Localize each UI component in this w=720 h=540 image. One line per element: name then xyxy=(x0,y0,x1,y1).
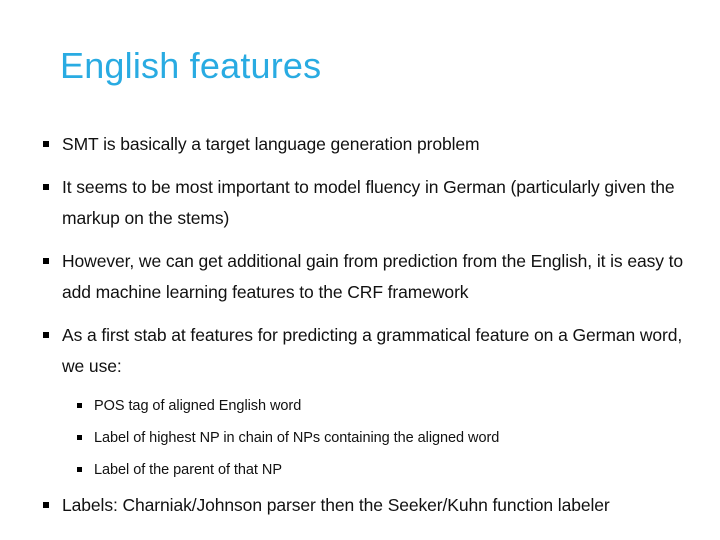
sub-list-item: POS tag of aligned English word xyxy=(40,394,686,418)
bullet-square-icon xyxy=(40,320,62,351)
list-item: As a first stab at features for predicti… xyxy=(40,320,686,383)
list-item-text: It seems to be most important to model f… xyxy=(62,176,675,229)
bullet-square-icon xyxy=(74,394,94,418)
page-title: English features xyxy=(60,45,322,86)
bullet-square-icon xyxy=(40,246,62,277)
list-item-text: As a first stab at features for predicti… xyxy=(62,324,683,377)
sub-list-item-text: Label of the parent of that NP xyxy=(94,461,282,478)
sub-list: POS tag of aligned English word Label of… xyxy=(40,394,686,482)
list-item: However, we can get additional gain from… xyxy=(40,246,686,309)
sub-list-item-text: POS tag of aligned English word xyxy=(94,397,302,414)
list-item: It seems to be most important to model f… xyxy=(40,172,686,235)
bullet-square-icon xyxy=(40,490,62,521)
bullet-square-icon xyxy=(74,458,94,482)
bullet-square-icon xyxy=(40,172,62,203)
bullet-square-icon xyxy=(40,129,62,160)
sub-list-item: Label of the parent of that NP xyxy=(40,458,686,482)
slide-body-content: SMT is basically a target language gener… xyxy=(40,129,686,532)
list-item: Labels: Charniak/Johnson parser then the… xyxy=(40,490,686,522)
sub-list-item: Label of highest NP in chain of NPs cont… xyxy=(40,426,686,450)
list-item-text: However, we can get additional gain from… xyxy=(62,250,684,303)
list-item-text: SMT is basically a target language gener… xyxy=(62,134,480,154)
list-item-text: Labels: Charniak/Johnson parser then the… xyxy=(62,494,610,515)
sub-list-item-text: Label of highest NP in chain of NPs cont… xyxy=(94,429,500,446)
bullet-square-icon xyxy=(74,426,94,450)
list-item: SMT is basically a target language gener… xyxy=(40,129,686,161)
slide-canvas: English features SMT is basically a targ… xyxy=(0,0,720,540)
